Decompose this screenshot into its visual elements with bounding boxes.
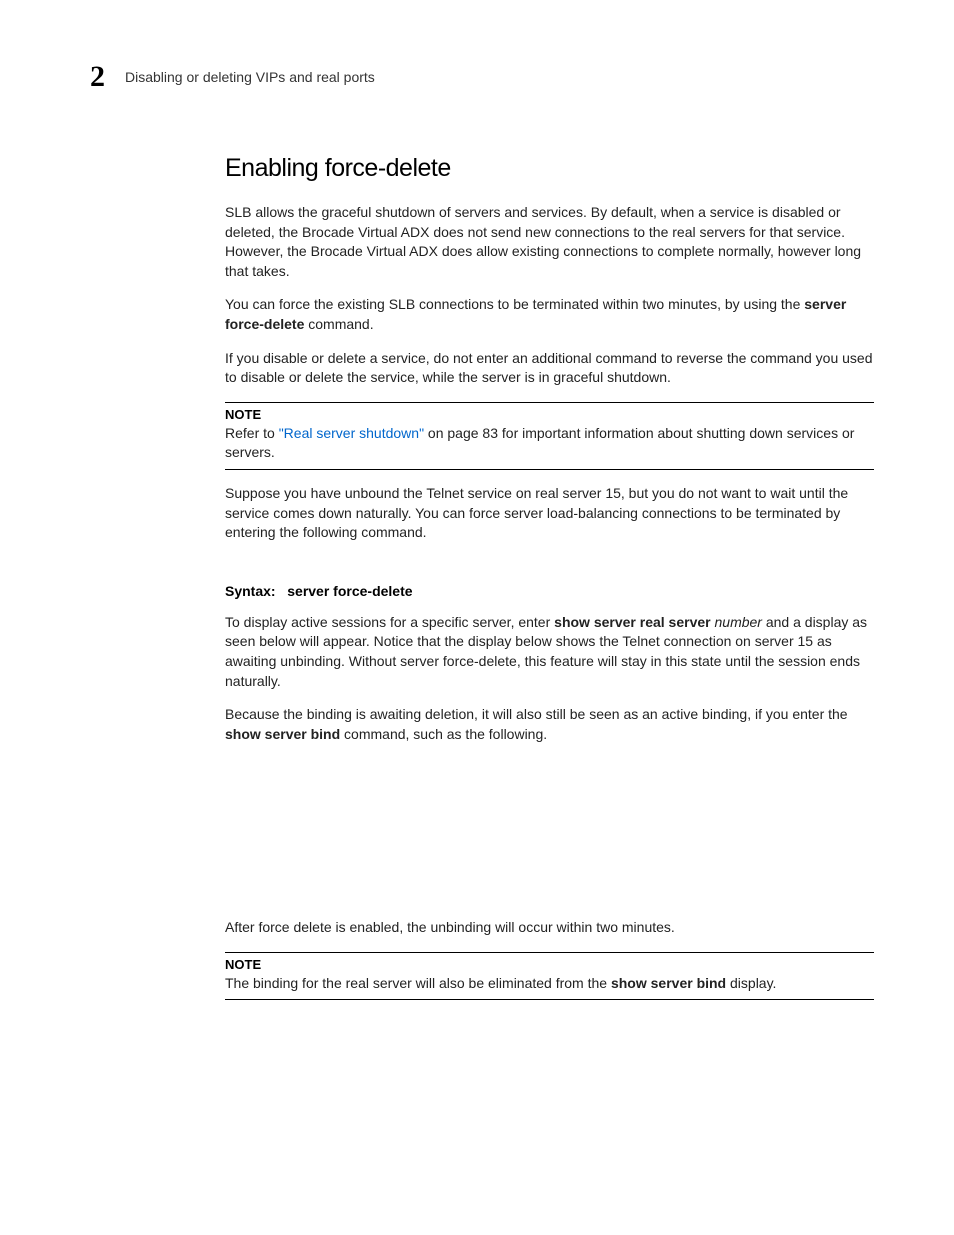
p2-pre: You can force the existing SLB connectio… [225,296,804,312]
paragraph-3: If you disable or delete a service, do n… [225,349,874,388]
paragraph-7: After force delete is enabled, the unbin… [225,918,874,938]
note-text-1: Refer to "Real server shutdown" on page … [225,424,874,463]
p6-bold: show server bind [225,726,340,742]
spacer [225,758,874,918]
note-label-2: NOTE [225,957,874,972]
content-area: Enabling force-delete SLB allows the gra… [90,154,874,1000]
paragraph-6: Because the binding is awaiting deletion… [225,705,874,744]
header-title: Disabling or deleting VIPs and real port… [125,69,375,85]
paragraph-2: You can force the existing SLB connectio… [225,295,874,334]
document-page: 2 Disabling or deleting VIPs and real po… [0,0,954,1074]
note-block-1: NOTE Refer to "Real server shutdown" on … [225,402,874,470]
note-text-2: The binding for the real server will als… [225,974,874,994]
note-block-2: NOTE The binding for the real server wil… [225,952,874,1001]
syntax-cmd: server force-delete [287,583,412,599]
paragraph-5: To display active sessions for a specifi… [225,613,874,691]
note-label-1: NOTE [225,407,874,422]
note2-pre: The binding for the real server will als… [225,975,611,991]
note2-post: display. [726,975,776,991]
paragraph-4: Suppose you have unbound the Telnet serv… [225,484,874,543]
syntax-label: Syntax: [225,583,276,599]
p5-bold1: show server real server [554,614,710,630]
paragraph-1: SLB allows the graceful shutdown of serv… [225,203,874,281]
note1-link[interactable]: "Real server shutdown" [279,425,424,441]
p6-pre: Because the binding is awaiting deletion… [225,706,848,722]
section-heading: Enabling force-delete [225,154,874,183]
syntax-line: Syntax: server force-delete [225,583,874,599]
chapter-number: 2 [90,60,105,94]
note1-pre: Refer to [225,425,279,441]
p5-italic: number [711,614,762,630]
page-header: 2 Disabling or deleting VIPs and real po… [90,60,874,94]
note2-bold: show server bind [611,975,726,991]
p2-post: command. [304,316,373,332]
p5-pre: To display active sessions for a specifi… [225,614,554,630]
p6-post: command, such as the following. [340,726,547,742]
